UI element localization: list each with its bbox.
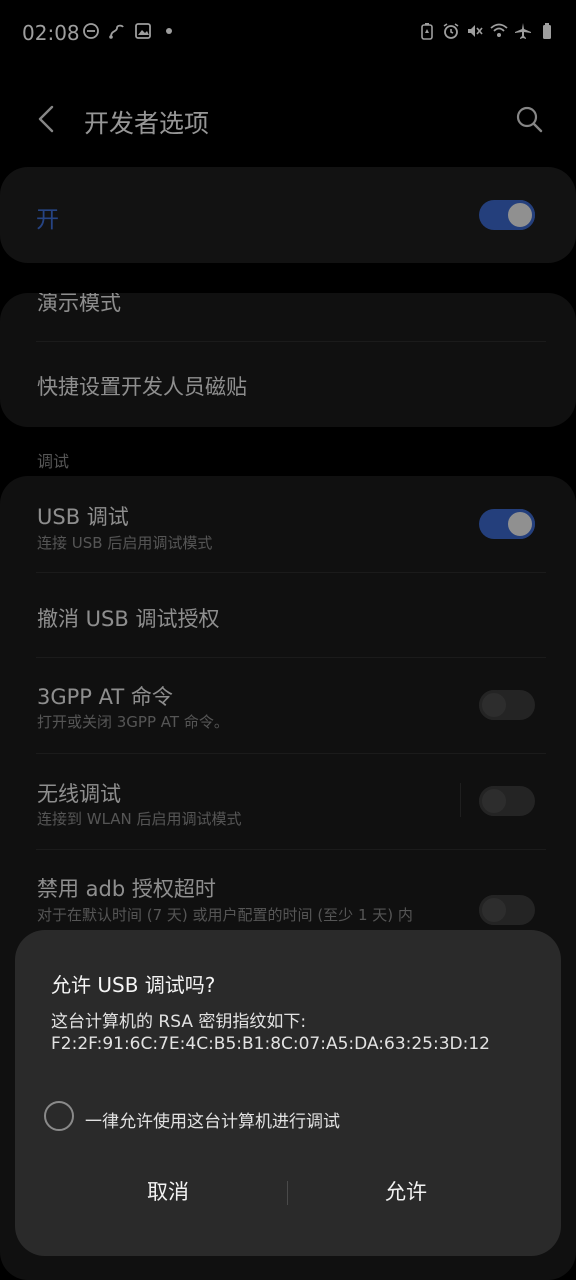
dialog-message: 这台计算机的 RSA 密钥指纹如下:	[51, 1012, 307, 1032]
always-allow-checkbox[interactable]	[44, 1101, 74, 1131]
always-allow-label[interactable]: 一律允许使用这台计算机进行调试	[85, 1107, 340, 1132]
cancel-button[interactable]: 取消	[68, 1176, 268, 1206]
dialog-title: 允许 USB 调试吗?	[51, 973, 216, 997]
usb-debugging-dialog: 允许 USB 调试吗? 这台计算机的 RSA 密钥指纹如下: F2:2F:91:…	[15, 930, 561, 1256]
button-divider	[287, 1181, 288, 1205]
developer-options-screen: 02:08 开发者选项 开 演示模式 快捷设置开发人员磁贴 调试 USB 调试 …	[0, 0, 576, 1280]
allow-button[interactable]: 允许	[306, 1176, 506, 1206]
rsa-fingerprint: F2:2F:91:6C:7E:4C:B5:B1:8C:07:A5:DA:63:2…	[51, 1034, 490, 1054]
